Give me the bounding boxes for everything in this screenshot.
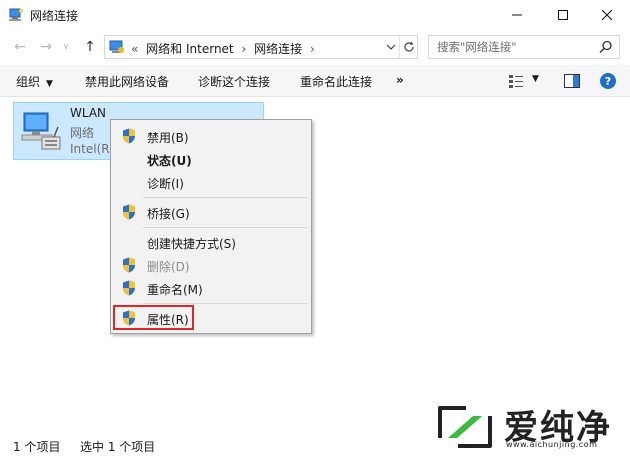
menu-item-diagnose[interactable]: 诊断(I) — [113, 171, 309, 193]
watermark: 爱纯净 www.aichunjing.com — [436, 400, 626, 454]
control-panel-icon — [109, 40, 124, 53]
command-bar: 组织 ▼ 禁用此网络设备 诊断这个连接 重命名此连接 » ▼ ? — [0, 65, 630, 97]
selected-count: 选中 1 个项目 — [80, 440, 156, 454]
watermark-url: www.aichunjing.com — [506, 440, 598, 449]
menu-item-label: 创建快捷方式(S) — [147, 237, 236, 251]
menu-separator — [143, 227, 307, 228]
chevron-right-icon[interactable]: › — [241, 42, 246, 56]
preview-pane-icon[interactable] — [564, 74, 580, 88]
back-button[interactable]: ← — [10, 37, 30, 57]
caret-down-icon[interactable]: ▼ — [532, 74, 539, 84]
connection-device: Intel(R) — [70, 142, 115, 156]
chevron-right-icon[interactable]: › — [310, 42, 315, 56]
organize-label: 组织 — [16, 75, 41, 89]
recent-locations-button[interactable]: ∨ — [60, 37, 72, 57]
menu-item-label: 禁用(B) — [147, 131, 189, 145]
search-input[interactable] — [437, 39, 597, 55]
uac-shield-icon — [123, 280, 135, 296]
chevron-down-icon: ∨ — [62, 42, 70, 52]
connection-name: WLAN — [70, 106, 107, 120]
minimize-icon — [512, 14, 522, 16]
breadcrumb-overflow[interactable]: « — [131, 42, 138, 56]
menu-item-bridge[interactable]: 桥接(G) — [113, 201, 309, 223]
arrow-right-icon: → — [40, 39, 52, 55]
minimize-button[interactable] — [494, 0, 540, 30]
organize-button[interactable]: 组织 ▼ — [16, 73, 53, 90]
uac-shield-icon — [123, 204, 135, 220]
menu-item-delete: 删除(D) — [113, 254, 309, 276]
breadcrumb: « 网络和 Internet › 网络连接 › — [131, 40, 319, 57]
wireless-adapter-icon — [21, 112, 61, 150]
network-connections-icon — [9, 8, 23, 21]
breadcrumb-network-connections[interactable]: 网络连接 — [254, 42, 302, 56]
disable-device-button[interactable]: 禁用此网络设备 — [85, 73, 169, 90]
address-bar[interactable]: « 网络和 Internet › 网络连接 › — [104, 35, 418, 59]
menu-item-status[interactable]: 状态(U) — [113, 148, 309, 170]
diagnose-button[interactable]: 诊断这个连接 — [198, 73, 270, 90]
arrow-left-icon: ← — [14, 39, 26, 55]
watermark-logo-icon — [436, 402, 494, 452]
navigation-bar: ← → ∨ ↑ « 网络和 Internet › 网络连接 › — [0, 31, 630, 63]
context-menu: 禁用(B) 状态(U) 诊断(I) 桥接(G) 创建快捷方式(S) 删除(D) … — [110, 119, 312, 334]
menu-item-label: 删除(D) — [147, 260, 190, 274]
view-options-icon[interactable] — [508, 73, 524, 89]
maximize-icon — [558, 10, 568, 20]
menu-item-rename[interactable]: 重命名(M) — [113, 277, 309, 299]
uac-shield-icon — [123, 128, 135, 144]
menu-separator — [143, 303, 307, 304]
refresh-icon — [403, 41, 414, 52]
connection-status: 网络 — [70, 126, 95, 140]
menu-item-label: 重命名(M) — [147, 283, 203, 297]
chevron-down-icon — [386, 44, 396, 50]
forward-button[interactable]: → — [36, 37, 56, 57]
more-commands-button[interactable]: » — [396, 73, 404, 87]
close-icon — [602, 10, 612, 20]
help-icon[interactable]: ? — [600, 73, 616, 89]
up-button[interactable]: ↑ — [80, 37, 100, 57]
menu-item-label: 状态(U) — [147, 154, 192, 168]
menu-separator — [143, 197, 307, 198]
menu-item-label: 诊断(I) — [147, 177, 184, 191]
close-button[interactable] — [584, 0, 630, 30]
properties-highlight-box — [113, 305, 194, 330]
window-title: 网络连接 — [30, 9, 79, 23]
title-bar: 网络连接 — [0, 0, 630, 30]
menu-item-label: 桥接(G) — [147, 207, 190, 221]
caret-down-icon: ▼ — [46, 79, 53, 89]
menu-item-disable[interactable]: 禁用(B) — [113, 125, 309, 147]
maximize-button[interactable] — [540, 0, 586, 30]
search-icon — [599, 40, 612, 54]
refresh-button[interactable] — [399, 36, 417, 58]
uac-shield-icon — [123, 257, 135, 273]
rename-connection-button[interactable]: 重命名此连接 — [300, 73, 372, 90]
address-history-button[interactable] — [383, 36, 399, 58]
breadcrumb-network-internet[interactable]: 网络和 Internet — [146, 42, 233, 56]
item-count: 1 个项目 — [13, 440, 61, 454]
arrow-up-icon: ↑ — [84, 39, 96, 55]
search-box[interactable] — [428, 35, 620, 59]
menu-item-create-shortcut[interactable]: 创建快捷方式(S) — [113, 231, 309, 253]
